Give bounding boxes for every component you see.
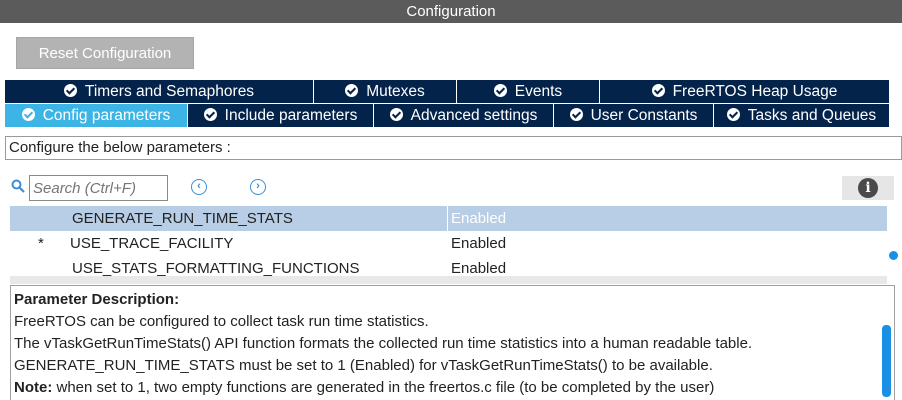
check-circle-icon <box>389 108 403 121</box>
tab-bar-row-1: Timers and Semaphores Mutexes Events Fre… <box>5 80 889 104</box>
parameter-row[interactable]: * USE_TRACE_FACILITY Enabled <box>10 231 887 256</box>
horizontal-scrollbar[interactable] <box>10 276 887 284</box>
reset-configuration-button[interactable]: Reset Configuration <box>16 37 194 69</box>
modified-marker: * <box>38 235 44 252</box>
check-circle-icon <box>203 108 217 121</box>
tab-include-parameters[interactable]: Include parameters <box>188 104 374 127</box>
description-line: GENERATE_RUN_TIME_STATS must be set to 1… <box>14 357 713 374</box>
parameter-scrollbar[interactable] <box>888 206 900 276</box>
check-circle-icon <box>21 108 35 121</box>
parameter-value: Enabled <box>451 235 507 252</box>
description-scrollbar[interactable] <box>882 325 891 397</box>
parameter-value: Enabled <box>451 260 507 276</box>
column-divider <box>447 206 448 231</box>
description-line: The vTaskGetRunTimeStats() API function … <box>14 335 753 352</box>
check-circle-icon <box>493 84 507 97</box>
parameter-value: Enabled <box>451 210 507 227</box>
tab-user-constants[interactable]: User Constants <box>554 104 714 127</box>
window-title: Configuration <box>0 0 902 23</box>
parameter-row[interactable]: GENERATE_RUN_TIME_STATS Enabled <box>10 206 887 231</box>
tab-mutexes[interactable]: Mutexes <box>314 80 457 103</box>
description-heading: Parameter Description: <box>14 291 180 308</box>
check-circle-icon <box>651 84 665 97</box>
parameter-name: GENERATE_RUN_TIME_STATS <box>72 210 293 227</box>
tab-advanced-settings[interactable]: Advanced settings <box>374 104 554 127</box>
info-button[interactable]: i <box>842 176 894 200</box>
note-label: Note: <box>14 379 53 396</box>
tab-events[interactable]: Events <box>457 80 600 103</box>
parameter-row[interactable]: USE_STATS_FORMATTING_FUNCTIONS Enabled <box>10 256 887 276</box>
tab-tasks-and-queues[interactable]: Tasks and Queues <box>714 104 889 127</box>
tab-freertos-heap-usage[interactable]: FreeRTOS Heap Usage <box>600 80 889 103</box>
parameter-description-panel: Parameter Description: FreeRTOS can be c… <box>10 285 895 400</box>
tab-config-parameters[interactable]: Config parameters <box>5 104 188 127</box>
description-line: FreeRTOS can be configured to collect ta… <box>14 313 429 330</box>
search-input[interactable] <box>29 175 168 201</box>
tab-timers-and-semaphores[interactable]: Timers and Semaphores <box>5 80 314 103</box>
scrollbar-thumb[interactable] <box>889 251 898 260</box>
check-circle-icon <box>569 108 583 121</box>
config-header: Configure the below parameters : <box>5 136 902 160</box>
chevron-right-icon[interactable]: › <box>250 179 266 195</box>
chevron-left-icon[interactable]: ‹ <box>191 179 207 195</box>
info-icon: i <box>858 178 878 198</box>
parameter-list: GENERATE_RUN_TIME_STATS Enabled * USE_TR… <box>10 206 887 276</box>
check-circle-icon <box>63 84 77 97</box>
search-icon <box>11 179 25 193</box>
check-circle-icon <box>345 84 359 97</box>
check-circle-icon <box>726 108 740 121</box>
parameter-name: USE_TRACE_FACILITY <box>70 235 234 252</box>
tab-bar-row-2: Config parameters Include parameters Adv… <box>5 104 889 128</box>
note-text: when set to 1, two empty functions are g… <box>52 379 715 396</box>
parameter-name: USE_STATS_FORMATTING_FUNCTIONS <box>72 260 360 276</box>
